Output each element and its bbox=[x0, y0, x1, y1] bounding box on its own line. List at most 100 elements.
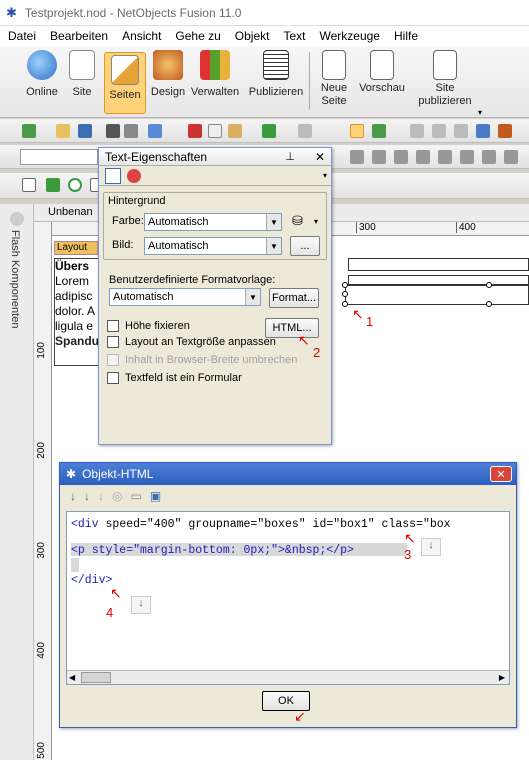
flash-components-tab[interactable]: Flash Komponenten bbox=[9, 230, 21, 328]
paint-bucket-icon[interactable]: ⛁ bbox=[292, 213, 303, 229]
fix-height-checkbox[interactable]: Höhe fixieren bbox=[107, 318, 190, 334]
align-left-icon[interactable] bbox=[350, 150, 364, 164]
fit-layout-checkbox[interactable]: Layout an Textgröße anpassen bbox=[107, 334, 276, 350]
style-select[interactable] bbox=[20, 149, 98, 165]
tool-icon[interactable] bbox=[498, 124, 512, 138]
code-highlight bbox=[71, 558, 79, 572]
paste-icon[interactable] bbox=[228, 124, 242, 138]
tool-icon[interactable] bbox=[454, 124, 468, 138]
undo-icon[interactable] bbox=[262, 124, 276, 138]
pointer-tool-icon[interactable] bbox=[350, 124, 364, 138]
save-icon[interactable] bbox=[78, 124, 92, 138]
html-editor[interactable]: <div speed="400" groupname="boxes" id="b… bbox=[66, 511, 510, 685]
bild-select[interactable]: Automatisch ▼ bbox=[144, 237, 282, 255]
text-line: Spandu bbox=[55, 334, 99, 348]
ribbon-site-button[interactable]: Site bbox=[66, 50, 98, 99]
menu-bearbeiten[interactable]: Bearbeiten bbox=[50, 29, 108, 43]
document-tab[interactable]: Unbenan bbox=[48, 206, 93, 218]
page-element[interactable] bbox=[348, 275, 529, 285]
ribbon-more-icon[interactable]: ▾ bbox=[478, 108, 482, 117]
save-icon[interactable]: ▣ bbox=[150, 489, 161, 503]
menu-objekt[interactable]: Objekt bbox=[235, 29, 270, 43]
button-tool-icon[interactable] bbox=[22, 178, 36, 192]
format-button[interactable]: Format... bbox=[269, 288, 319, 308]
menu-hilfe[interactable]: Hilfe bbox=[394, 29, 418, 43]
scrollbar-thumb[interactable] bbox=[81, 672, 111, 683]
menu-gehe-zu[interactable]: Gehe zu bbox=[175, 29, 220, 43]
outdent-icon[interactable] bbox=[504, 150, 518, 164]
ribbon-seiten-button[interactable]: Seiten bbox=[104, 52, 146, 114]
checkbox-label: Inhalt in Browser-Breite umbrechen bbox=[125, 354, 298, 366]
selection-handle[interactable] bbox=[486, 282, 492, 288]
menu-datei[interactable]: Datei bbox=[8, 29, 36, 43]
ribbon-publizieren-button[interactable]: Publizieren bbox=[246, 50, 306, 99]
zoom-icon[interactable] bbox=[372, 124, 386, 138]
pin-icon[interactable]: ⊥ bbox=[285, 150, 295, 163]
ribbon-neue-seite-button[interactable]: Neue Seite bbox=[316, 50, 352, 108]
bild-browse-button[interactable]: ... bbox=[290, 236, 320, 256]
scroll-right-icon[interactable]: ▶ bbox=[499, 673, 505, 682]
layout-tag[interactable]: Layout bbox=[54, 241, 98, 255]
spellcheck-icon[interactable] bbox=[148, 124, 162, 138]
ribbon-site-publizieren-button[interactable]: Site publizieren bbox=[414, 50, 476, 108]
farbe-select[interactable]: Automatisch ▼ bbox=[144, 213, 282, 231]
code-line-1: <div speed="400" groupname="boxes" id="b… bbox=[71, 518, 451, 531]
page-element[interactable] bbox=[348, 258, 529, 271]
panel-menu-icon[interactable]: ▾ bbox=[323, 171, 327, 180]
menu-werkzeuge[interactable]: Werkzeuge bbox=[320, 29, 380, 43]
object-html-dialog: ✱ Objekt-HTML ✕ ↓ ↓ ↓ ◎ ▭ ▣ <div speed="… bbox=[59, 462, 517, 728]
ribbon-design-button[interactable]: Design bbox=[148, 50, 188, 99]
actions-tab-icon[interactable] bbox=[127, 168, 141, 183]
print-icon[interactable] bbox=[106, 124, 120, 138]
text-tab-icon[interactable] bbox=[105, 167, 121, 184]
ribbon-vorschau-button[interactable]: Vorschau bbox=[356, 50, 408, 95]
copy-icon[interactable] bbox=[208, 124, 222, 138]
selection-handle[interactable] bbox=[342, 301, 348, 307]
align-center-icon[interactable] bbox=[372, 150, 386, 164]
checkbox-tool-icon[interactable] bbox=[46, 178, 60, 192]
selection-handle[interactable] bbox=[342, 291, 348, 297]
ribbon-online-button[interactable]: Online bbox=[22, 50, 62, 99]
list-icon[interactable] bbox=[438, 150, 452, 164]
insert-point-icon[interactable]: ↓ bbox=[421, 538, 441, 556]
text-properties-panel: Text-Eigenschaften ⊥ ✕ ▾ Hintergrund Far… bbox=[98, 147, 332, 445]
ribbon-verwalten-button[interactable]: Verwalten bbox=[190, 50, 240, 99]
insert-point-icon[interactable]: ↓ bbox=[131, 596, 151, 614]
text-line: ligula e bbox=[55, 319, 94, 333]
list-icon[interactable] bbox=[460, 150, 474, 164]
checkbox[interactable] bbox=[107, 372, 119, 384]
horizontal-scrollbar[interactable]: ◀ ▶ bbox=[67, 670, 509, 684]
align-right-icon[interactable] bbox=[394, 150, 408, 164]
is-form-checkbox[interactable]: Textfeld ist ein Formular bbox=[107, 370, 242, 386]
new-page-icon bbox=[322, 50, 346, 80]
checkbox[interactable] bbox=[107, 320, 119, 332]
menu-text[interactable]: Text bbox=[283, 29, 305, 43]
preview-print-icon[interactable] bbox=[124, 124, 138, 138]
open-folder-icon[interactable] bbox=[56, 124, 70, 138]
selection-handle[interactable] bbox=[486, 301, 492, 307]
chevron-down-icon[interactable]: ▾ bbox=[314, 217, 318, 226]
anchor-icon[interactable] bbox=[476, 124, 490, 138]
format-select[interactable]: Automatisch ▼ bbox=[109, 288, 261, 306]
insert-after-icon[interactable]: ↓ bbox=[84, 489, 90, 503]
redo-icon[interactable] bbox=[298, 124, 312, 138]
cut-icon[interactable] bbox=[188, 124, 202, 138]
menu-ansicht[interactable]: Ansicht bbox=[122, 29, 161, 43]
text-box[interactable]: Übers Lorem adipisc dolor. A ligula e Sp… bbox=[54, 258, 100, 366]
close-icon[interactable]: ✕ bbox=[490, 466, 512, 482]
new-icon[interactable] bbox=[22, 124, 36, 138]
tool-icon[interactable] bbox=[410, 124, 424, 138]
tool-icon[interactable] bbox=[432, 124, 446, 138]
close-icon[interactable]: ✕ bbox=[315, 150, 325, 164]
insert-before-icon[interactable]: ↓ bbox=[70, 489, 76, 503]
checkbox-list: Inhalt in Browser-Breite umbrechen bbox=[107, 352, 297, 368]
scroll-left-icon[interactable]: ◀ bbox=[69, 673, 75, 682]
document-icon[interactable]: ▭ bbox=[130, 489, 141, 503]
bild-value: Automatisch bbox=[148, 240, 209, 252]
justify-icon[interactable] bbox=[416, 150, 430, 164]
selected-box-element[interactable] bbox=[342, 282, 529, 307]
selection-handle[interactable] bbox=[342, 282, 348, 288]
radio-tool-icon[interactable] bbox=[68, 178, 82, 192]
indent-icon[interactable] bbox=[482, 150, 496, 164]
checkbox[interactable] bbox=[107, 336, 119, 348]
